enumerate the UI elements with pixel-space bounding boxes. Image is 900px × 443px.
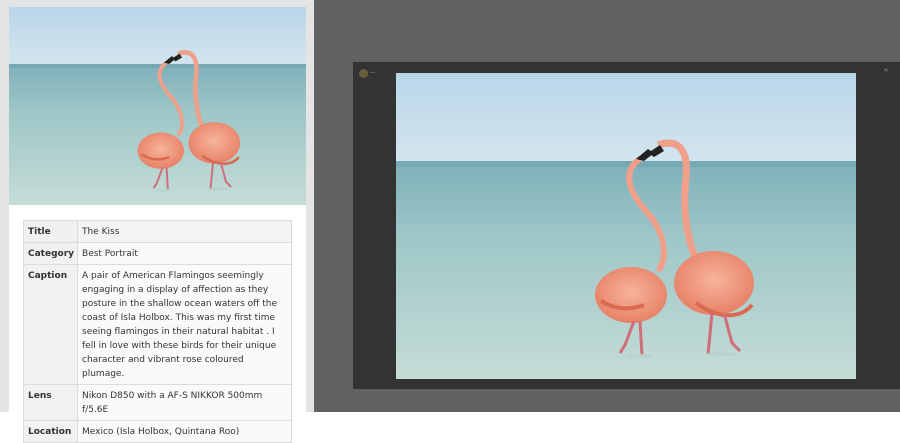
info-label-lens: Lens	[22, 384, 79, 421]
flamingo-photo-image-large	[396, 73, 856, 379]
site-logo-wordmark: —	[370, 69, 376, 76]
flamingo-photo-image	[9, 7, 306, 205]
info-value-title: The Kiss	[77, 220, 292, 243]
close-icon[interactable]: ✕	[879, 67, 893, 75]
info-value-location: Mexico (Isla Holbox, Quintana Roo)	[77, 420, 292, 443]
site-logo-icon	[359, 68, 368, 78]
info-label-category: Category	[22, 242, 79, 265]
info-value-caption: A pair of American Flamingos seemingly e…	[77, 264, 292, 385]
info-label-location: Location	[22, 420, 79, 443]
site-logo: —	[359, 67, 399, 79]
photo-info-table: Title The Kiss Category Best Portrait Ca…	[22, 220, 292, 443]
lightbox-photo[interactable]	[396, 73, 856, 379]
info-label-caption: Caption	[22, 264, 79, 385]
info-row-category: Category Best Portrait	[22, 242, 292, 265]
info-row-lens: Lens Nikon D850 with a AF-S NIKKOR 500mm…	[22, 384, 292, 421]
info-row-location: Location Mexico (Isla Holbox, Quintana R…	[22, 420, 292, 443]
photo-thumbnail[interactable]	[9, 7, 306, 205]
info-value-category: Best Portrait	[77, 242, 292, 265]
info-value-lens: Nikon D850 with a AF-S NIKKOR 500mm f/5.…	[77, 384, 292, 421]
info-label-title: Title	[22, 220, 79, 243]
info-row-caption: Caption A pair of American Flamingos see…	[22, 264, 292, 385]
info-row-title: Title The Kiss	[22, 220, 292, 243]
